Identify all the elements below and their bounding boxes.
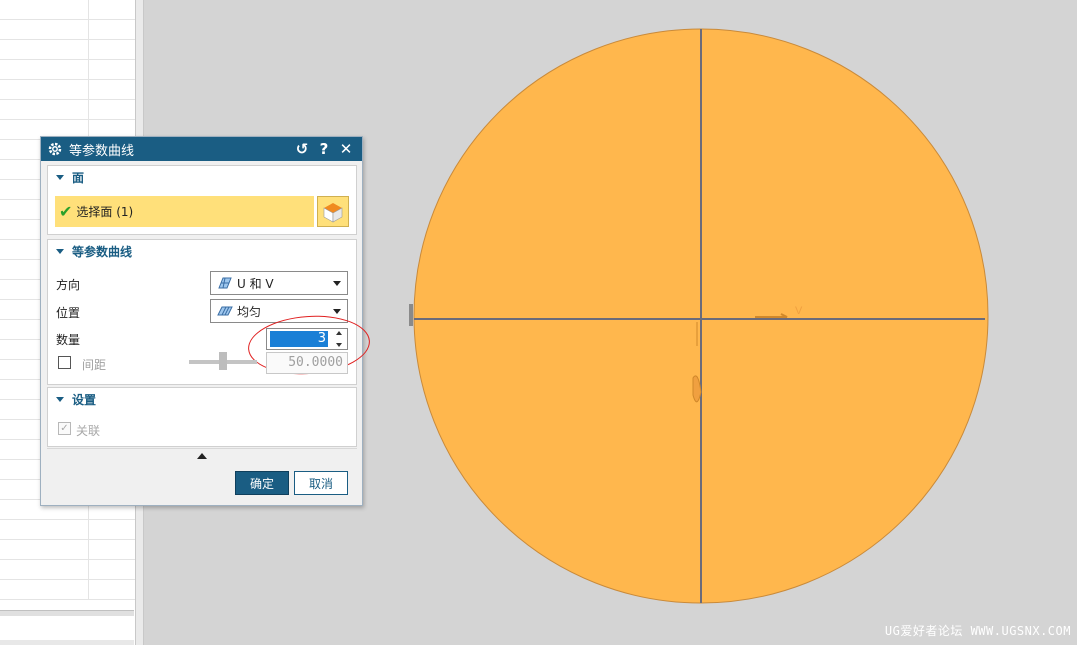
select-face-field[interactable]: ✔ 选择面 (1) [55,196,314,227]
navigator-row[interactable] [0,60,135,80]
help-icon[interactable]: ? [314,139,334,159]
position-label: 位置 [56,306,81,320]
spacing-label: 间距 [82,358,107,372]
chevron-up-icon [197,452,207,459]
chevron-down-icon [333,309,341,314]
iso-group-header[interactable]: 等参数曲线 [48,240,356,262]
checkmark-icon: ✔ [59,202,73,221]
direction-select[interactable]: U 和 V [210,271,348,295]
settings-group-title: 设置 [72,392,97,407]
close-icon[interactable]: ✕ [336,139,356,159]
settings-group-header[interactable]: 设置 [48,388,356,410]
v-direction-label: V [795,305,803,317]
dialog-title: 等参数曲线 [69,143,135,159]
dialog-title-bar[interactable]: 等参数曲线 ↺ ? ✕ [41,137,362,161]
navigator-row[interactable] [0,20,135,40]
iso-group-title: 等参数曲线 [72,244,133,259]
navigator-horizontal-scrollbar[interactable] [0,610,134,616]
navigator-row[interactable] [0,540,135,560]
direction-value: U 和 V [237,276,274,291]
iso-curve-group: 等参数曲线 方向 U 和 V 位置 均匀 数量 3 间距 50.0000 [47,239,372,385]
position-select[interactable]: 均匀 [210,299,348,323]
collapse-caret-icon [56,248,64,254]
navigator-bottom-edge [0,640,134,645]
face-group-title: 面 [72,170,85,185]
navigator-row[interactable] [0,80,135,100]
navigator-row[interactable] [0,520,135,540]
collapse-caret-icon [56,396,64,402]
face-group: 面 ✔ 选择面 (1) [47,165,357,235]
watermark: UG爱好者论坛 WWW.UGSNX.COM [884,624,1071,638]
face-group-header[interactable]: 面 [48,166,356,188]
associative-checkbox[interactable]: ✓ [58,422,71,435]
spin-up-icon[interactable] [336,331,342,335]
more-options-toggle[interactable] [47,448,357,462]
uniform-surface-icon [217,304,233,318]
spacing-slider-thumb[interactable] [219,352,227,370]
edge-handle-left [409,304,413,326]
isoparametric-curve-dialog: 等参数曲线 ↺ ? ✕ 面 ✔ 选择面 (1) 等参数曲线 方向 U 和 V 位… [40,136,372,506]
navigator-row[interactable] [0,580,135,600]
collapse-caret-icon [56,174,64,180]
direction-label: 方向 [56,278,81,292]
settings-group: 设置 ✓ 关联 [47,387,357,447]
select-face-label: 选择面 (1) [76,205,134,219]
associative-label: 关联 [76,424,101,438]
face-picker-button[interactable] [317,196,349,227]
uv-surface-icon [217,276,233,290]
quantity-label: 数量 [56,333,81,347]
face-cube-icon [323,202,343,223]
spin-down-icon[interactable] [336,343,342,347]
position-value: 均匀 [237,304,262,319]
reset-icon[interactable]: ↺ [292,139,312,159]
navigator-row[interactable] [0,0,135,20]
quantity-spinner [333,331,345,347]
navigator-row[interactable] [0,40,135,60]
quantity-stepper[interactable]: 3 [266,328,348,350]
navigator-row[interactable] [0,560,135,580]
spacing-checkbox[interactable] [58,356,71,369]
cancel-button[interactable]: 取消 [294,471,348,495]
chevron-down-icon [333,281,341,286]
gear-icon [47,141,63,157]
navigator-row[interactable] [0,100,135,120]
ok-button[interactable]: 确定 [235,471,289,495]
quantity-value[interactable]: 3 [270,331,328,347]
spacing-input[interactable]: 50.0000 [266,352,348,374]
